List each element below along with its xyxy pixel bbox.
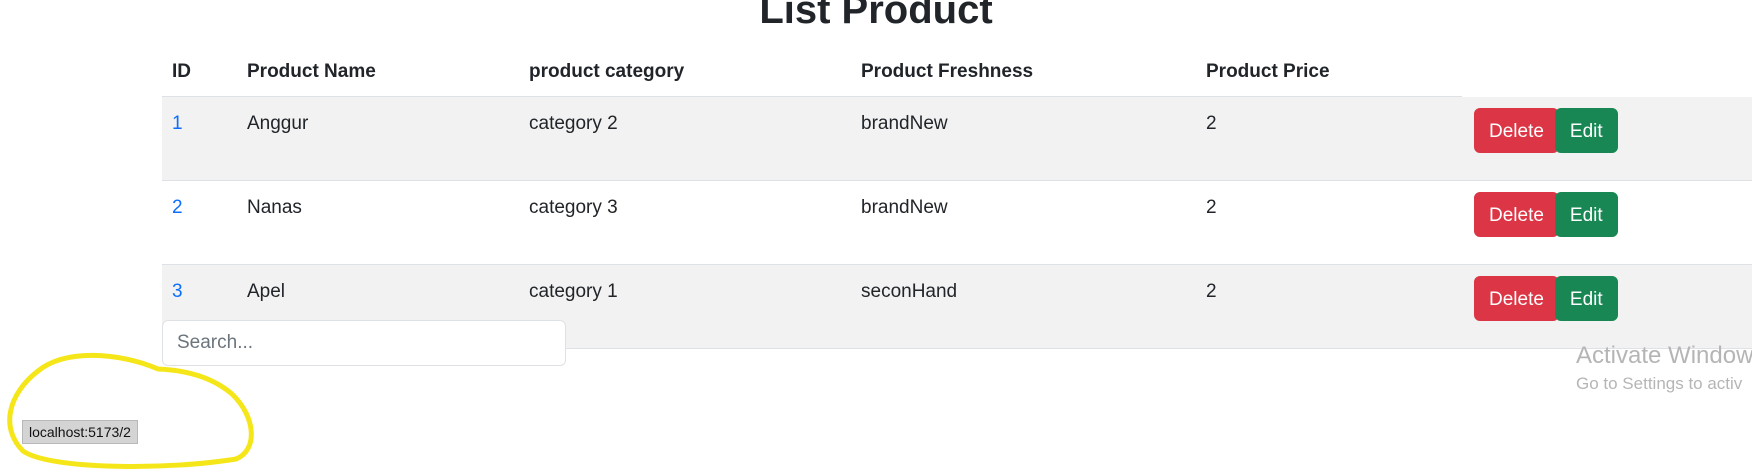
search-input[interactable] bbox=[162, 320, 566, 366]
cell-product-freshness: seconHand bbox=[851, 264, 1196, 349]
delete-button[interactable]: Delete bbox=[1474, 107, 1559, 153]
edit-button[interactable]: Edit bbox=[1554, 192, 1618, 237]
cell-product-category: category 3 bbox=[519, 180, 851, 265]
cell-actions: Delete Edit bbox=[1462, 264, 1752, 349]
cell-product-freshness: brandNew bbox=[851, 180, 1196, 265]
product-id-link[interactable]: 2 bbox=[172, 197, 183, 218]
cell-product-price: 2 bbox=[1196, 96, 1462, 181]
delete-button[interactable]: Delete bbox=[1474, 276, 1559, 321]
edit-button[interactable]: Edit bbox=[1554, 107, 1618, 153]
product-table: ID Product Name product category Product… bbox=[162, 48, 1752, 349]
table-row: 2 Nanas category 3 brandNew 2 Delete Edit bbox=[162, 180, 1752, 265]
column-header-product-category: product category bbox=[519, 48, 851, 97]
column-header-id: ID bbox=[162, 48, 237, 97]
edit-button[interactable]: Edit bbox=[1554, 276, 1618, 321]
annotation-circle-highlight bbox=[7, 352, 254, 469]
product-table-container: ID Product Name product category Product… bbox=[162, 48, 1752, 349]
table-row: 1 Anggur category 2 brandNew 2 Delete Edi… bbox=[162, 96, 1752, 181]
column-header-product-name: Product Name bbox=[237, 48, 519, 97]
status-bar-url: localhost:5173/2 bbox=[22, 420, 138, 444]
product-id-link[interactable]: 1 bbox=[172, 113, 183, 134]
cell-product-category: category 2 bbox=[519, 96, 851, 181]
cell-id: 2 bbox=[162, 180, 237, 265]
cell-product-name: Anggur bbox=[237, 96, 519, 181]
activate-windows-watermark: Activate Window Go to Settings to activ bbox=[1576, 340, 1752, 396]
column-header-product-price: Product Price bbox=[1196, 48, 1462, 97]
cell-product-price: 2 bbox=[1196, 180, 1462, 265]
product-id-link[interactable]: 3 bbox=[172, 281, 183, 302]
delete-button[interactable]: Delete bbox=[1474, 192, 1559, 237]
cell-id: 1 bbox=[162, 96, 237, 181]
page-title: List Product bbox=[759, 0, 993, 32]
cell-product-price: 2 bbox=[1196, 264, 1462, 349]
cell-product-name: Nanas bbox=[237, 180, 519, 265]
column-header-actions bbox=[1462, 48, 1752, 97]
watermark-subtitle: Go to Settings to activ bbox=[1576, 374, 1743, 393]
cell-product-freshness: brandNew bbox=[851, 96, 1196, 181]
cell-product-category: category 1 bbox=[519, 264, 851, 349]
cell-actions: Delete Edit bbox=[1462, 180, 1752, 265]
cell-actions: Delete Edit bbox=[1462, 96, 1752, 181]
column-header-product-freshness: Product Freshness bbox=[851, 48, 1196, 97]
watermark-title: Activate Window bbox=[1576, 342, 1752, 369]
table-header-row: ID Product Name product category Product… bbox=[162, 48, 1752, 97]
